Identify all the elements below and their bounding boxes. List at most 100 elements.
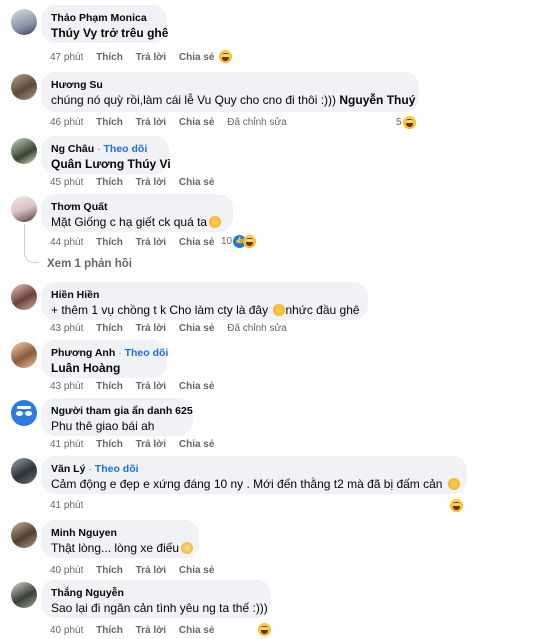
comment-text: Sao lại đi ngăn cản tình yêu ng ta thế :… <box>51 601 268 615</box>
like-button[interactable]: Thích <box>96 117 123 128</box>
reply-button[interactable]: Trả lời <box>136 323 166 334</box>
like-button[interactable]: Thích <box>96 625 123 636</box>
reply-button[interactable]: Trả lời <box>136 177 166 188</box>
follow-link[interactable]: Theo dõi <box>125 347 169 359</box>
tagged-user[interactable]: Nguyễn Thuý <box>339 93 415 107</box>
separator-dot: · <box>118 347 122 359</box>
reaction-number: 10 <box>221 236 233 247</box>
share-button[interactable]: Chia sẻ <box>179 323 215 334</box>
comment-time[interactable]: 43 phút <box>50 323 83 334</box>
edited-label: Đã chỉnh sửa <box>227 323 287 334</box>
comment-text: Phu thê giao bái ah <box>51 419 155 433</box>
comment-bubble: Ng Châu · Theo dõi Quân Lương Thúy Vi <box>41 136 171 174</box>
avatar[interactable] <box>11 522 37 548</box>
comment-time: 41 phút <box>50 500 84 511</box>
comment-actions: 43 phút Thích Trả lời Chia sẻ <box>50 381 224 392</box>
share-button[interactable]: Chia sẻ <box>179 117 215 128</box>
commenter-name[interactable]: Thắng Nguyễn <box>51 587 124 599</box>
share-button[interactable]: Chia sẻ <box>179 381 215 392</box>
comment-actions: 47 phút Thích Trả lời Chia sẻ <box>50 52 224 63</box>
avatar[interactable] <box>11 196 37 222</box>
comment-time[interactable]: 44 phút <box>50 237 83 248</box>
comment-text: Mặt Giống c hạ giết ck quá ta <box>51 214 223 230</box>
share-button[interactable]: Chia sẻ <box>179 625 215 636</box>
like-button[interactable]: Thích <box>96 381 123 392</box>
comment-time[interactable]: 41 phút <box>50 439 83 450</box>
reaction-count[interactable] <box>258 623 271 636</box>
like-button[interactable]: Thích <box>96 323 123 334</box>
avatar[interactable] <box>11 138 37 164</box>
reply-button[interactable]: Trả lời <box>136 565 166 576</box>
commenter-name[interactable]: Thơm Quất <box>51 201 107 213</box>
commenter-name[interactable]: Hiền Hiền <box>51 289 99 301</box>
commenter-name[interactable]: Người tham gia ẩn danh 625 <box>51 405 193 417</box>
avatar[interactable] <box>11 9 37 35</box>
comment-bubble: Hiền Hiền + thêm 1 vụ chồng t k Cho làm … <box>41 282 368 320</box>
comment-actions: 40 phút Thích Trả lời Chia sẻ <box>50 565 224 576</box>
comment-time[interactable]: 40 phút <box>50 625 83 636</box>
comment-actions: 43 phút Thích Trả lời Chia sẻ Đã chỉnh s… <box>50 323 297 334</box>
comment-text: Luân Hoàng <box>51 361 121 375</box>
reaction-count[interactable]: 10 <box>221 235 257 248</box>
comment-bubble: Thảo Phạm Monica Thúy Vy trở trêu ghê <box>41 5 169 43</box>
comment-actions: 41 phút Thích Trả lời Chia sẻ <box>50 439 224 450</box>
like-button[interactable]: Thích <box>96 237 123 248</box>
reaction-count[interactable] <box>450 499 463 512</box>
commenter-name[interactable]: Phương Anh <box>51 347 115 359</box>
commenter-name[interactable]: Thảo Phạm Monica <box>51 12 147 24</box>
share-button[interactable]: Chia sẻ <box>179 439 215 450</box>
like-button[interactable]: Thích <box>96 52 123 63</box>
reply-button[interactable]: Trả lời <box>136 625 166 636</box>
avatar[interactable] <box>11 74 37 100</box>
reply-button[interactable]: Trả lời <box>136 237 166 248</box>
anonymous-avatar-icon[interactable] <box>11 400 37 426</box>
avatar[interactable] <box>11 582 37 608</box>
comment-text: + thêm 1 vụ chồng t k Cho làm cty là đây… <box>51 303 360 317</box>
comment-actions: 40 phút Thích Trả lời Chia sẻ <box>50 625 224 636</box>
follow-link[interactable]: Theo dõi <box>104 143 148 155</box>
reply-button[interactable]: Trả lời <box>136 381 166 392</box>
haha-reaction-icon <box>402 116 416 129</box>
comment-actions: 46 phút Thích Trả lời Chia sẻ Đã chỉnh s… <box>50 117 297 128</box>
reply-button[interactable]: Trả lời <box>136 117 166 128</box>
comment-bubble: Phương Anh · Theo dõi Luân Hoàng <box>41 340 169 378</box>
reaction-count[interactable] <box>219 50 232 63</box>
share-button[interactable]: Chia sẻ <box>179 237 215 248</box>
comment-actions: 45 phút Thích Trả lời Chia sẻ <box>50 177 224 188</box>
smile-emoji-icon <box>447 478 460 490</box>
like-button[interactable]: Thích <box>96 177 123 188</box>
commenter-name[interactable]: Văn Lý <box>51 463 85 475</box>
reply-button[interactable]: Trả lời <box>136 52 166 63</box>
reaction-count[interactable]: 5 <box>396 116 416 129</box>
share-button[interactable]: Chia sẻ <box>179 177 215 188</box>
comment-time[interactable]: 46 phút <box>50 117 83 128</box>
like-button[interactable]: Thích <box>96 565 123 576</box>
comment-time[interactable]: 40 phút <box>50 565 83 576</box>
commenter-name[interactable]: Hương Su <box>51 79 103 91</box>
comment-time[interactable]: 45 phút <box>50 177 83 188</box>
comment-time[interactable]: 43 phút <box>50 381 83 392</box>
reply-button[interactable]: Trả lời <box>136 439 166 450</box>
follow-link[interactable]: Theo dõi <box>95 463 139 475</box>
reply-thread-line <box>24 224 39 263</box>
avatar[interactable] <box>11 284 37 310</box>
comment-actions: 41 phút <box>50 500 93 511</box>
like-button[interactable]: Thích <box>96 439 123 450</box>
haha-reaction-icon <box>450 499 463 512</box>
commenter-name[interactable]: Ng Châu <box>51 143 94 155</box>
comment-bubble: Minh Nguyen Thật lòng... lòng xe điếu <box>41 520 199 558</box>
avatar[interactable] <box>11 342 37 368</box>
comment-text: Thúy Vy trở trêu ghê <box>51 26 169 40</box>
avatar[interactable] <box>11 458 37 484</box>
view-replies-link[interactable]: Xem 1 phản hồi <box>47 258 132 270</box>
comment-text: Cảm động e đẹp e xứng đáng 10 ny . Mới đ… <box>51 476 460 492</box>
sad-emoji-icon <box>273 304 286 316</box>
haha-reaction-icon <box>219 50 232 63</box>
comment-bubble: Văn Lý · Theo dõi Cảm động e đẹp e xứng … <box>41 456 467 494</box>
commenter-name[interactable]: Minh Nguyen <box>51 527 117 539</box>
comment-time[interactable]: 47 phút <box>50 52 83 63</box>
share-button[interactable]: Chia sẻ <box>179 565 215 576</box>
share-button[interactable]: Chia sẻ <box>179 52 215 63</box>
comment-bubble: Thơm Quất Mặt Giống c hạ giết ck quá ta <box>41 194 233 232</box>
edited-label: Đã chỉnh sửa <box>227 117 287 128</box>
